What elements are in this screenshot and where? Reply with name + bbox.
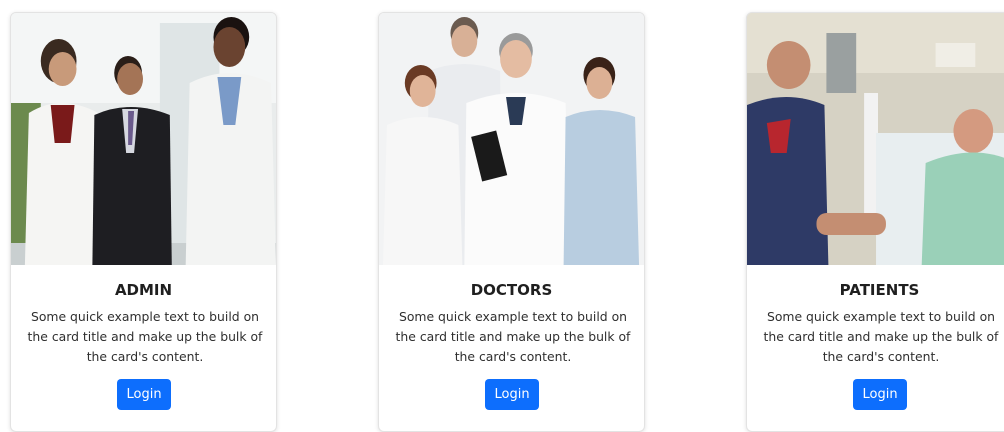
login-button-doctors[interactable]: Login	[484, 379, 539, 410]
doctors-photo	[379, 13, 644, 265]
card-patients: PATIENTS Some quick example text to buil…	[746, 12, 1004, 432]
card-image-patients	[747, 13, 1004, 265]
card-admin: ADMIN Some quick example text to build o…	[10, 12, 277, 432]
login-button-admin[interactable]: Login	[116, 379, 171, 410]
card-text: Some quick example text to build on the …	[395, 309, 631, 364]
card-image-doctors	[379, 13, 644, 265]
card-title: DOCTORS	[470, 281, 553, 299]
card-title: ADMIN	[114, 281, 173, 299]
card-text: Some quick example text to build on the …	[27, 309, 263, 364]
card-title: PATIENTS	[839, 281, 920, 299]
card-body-doctors: DOCTORS Some quick example text to build…	[379, 265, 644, 410]
patients-photo	[747, 13, 1004, 265]
card-body-patients: PATIENTS Some quick example text to buil…	[747, 265, 1004, 410]
login-button-patients[interactable]: Login	[852, 379, 907, 410]
card-image-admin	[11, 13, 276, 265]
admin-photo	[11, 13, 276, 265]
card-doctors: DOCTORS Some quick example text to build…	[378, 12, 645, 432]
card-body-admin: ADMIN Some quick example text to build o…	[11, 265, 276, 410]
card-text: Some quick example text to build on the …	[763, 309, 999, 364]
